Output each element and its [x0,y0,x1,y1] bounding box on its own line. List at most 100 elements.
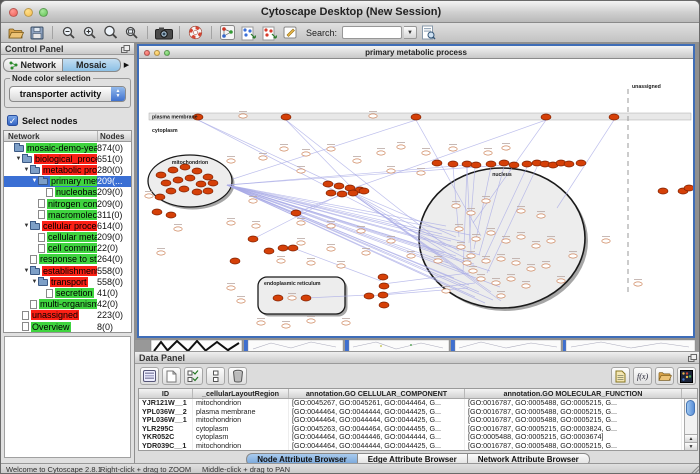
attribute-table-icon[interactable] [140,367,159,385]
graph-node[interactable] [434,259,442,263]
zoom-in-icon[interactable] [80,24,99,42]
graph-node-selected[interactable] [522,161,532,167]
graph-node[interactable] [353,159,361,163]
graph-node-selected[interactable] [291,210,301,216]
delete-attribute-icon[interactable] [228,367,247,385]
expand-triangle-icon[interactable]: ▼ [23,268,30,274]
graph-node[interactable] [497,294,505,298]
graph-node[interactable] [157,251,165,255]
layout-red-icon[interactable] [260,24,279,42]
graph-node[interactable] [487,231,495,235]
graph-node-selected[interactable] [278,245,288,251]
graph-node-selected[interactable] [541,114,551,120]
table-column-header[interactable]: ID [139,389,193,398]
graph-node[interactable] [327,224,335,228]
graph-node[interactable] [484,151,492,155]
graph-node[interactable] [477,277,485,281]
graph-node[interactable] [307,319,315,323]
graph-node[interactable] [259,156,267,160]
graph-node[interactable] [280,147,288,151]
graph-node[interactable] [422,151,430,155]
graph-node[interactable] [297,169,305,173]
float-panel-icon[interactable] [688,354,697,362]
graph-node-selected[interactable] [281,114,291,120]
graph-node-selected[interactable] [203,188,213,194]
graph-node[interactable] [337,264,345,268]
network-canvas[interactable]: plasma membrane cytoplasm mitochondrion … [139,59,693,336]
graph-node[interactable] [327,247,335,251]
graph-node-selected[interactable] [326,190,336,196]
graph-node-selected[interactable] [348,190,358,196]
tree-row[interactable]: ▼biological_process651(0) [4,153,131,164]
graph-node[interactable] [387,239,395,243]
graph-node[interactable] [482,259,490,263]
scroll-down-icon[interactable]: ▼ [685,442,697,450]
graph-node[interactable] [397,145,405,149]
graph-node-selected[interactable] [208,180,218,186]
zoom-out-icon[interactable] [59,24,78,42]
graph-node[interactable] [557,279,565,283]
attribute-matrix-icon[interactable] [677,367,696,385]
tree-row[interactable]: ▼cellular process614(0) [4,220,131,231]
graph-node[interactable] [297,241,305,245]
tree-row[interactable]: nucleobase-209(0) [4,187,131,198]
open-attributes-icon[interactable] [655,367,674,385]
tree-row[interactable]: response to stimulu264(0) [4,254,131,265]
table-row[interactable]: YPL036W__2plasma membrane[GO:0044464, GO… [139,408,697,417]
control-tab-network[interactable]: Network [3,58,63,72]
graph-node-selected[interactable] [462,161,472,167]
graph-node[interactable] [467,211,475,215]
graph-node[interactable] [277,259,285,263]
graph-node-selected[interactable] [196,181,206,187]
table-column-header[interactable]: annotation.GO MOLECULAR_FUNCTION [465,389,682,398]
graph-node[interactable] [449,147,457,151]
save-session-icon[interactable] [27,24,46,42]
graph-node-selected[interactable] [288,245,298,251]
graph-node-selected[interactable] [609,114,619,120]
resize-grip-icon[interactable] [690,465,700,474]
graph-node-selected[interactable] [337,191,347,197]
graph-node[interactable] [174,227,182,231]
graph-node[interactable] [227,159,235,163]
tree-column-network[interactable]: Network [4,131,98,141]
frame-minimize-icon[interactable] [154,50,160,56]
scroll-up-icon[interactable]: ▲ [685,434,697,442]
graph-node[interactable] [467,254,475,258]
search-config-icon[interactable] [281,24,300,42]
graph-node[interactable] [288,296,296,300]
tree-row[interactable]: cellular metabo209(0) [4,232,131,243]
graph-node-selected[interactable] [166,188,176,194]
tab-scroll-right-icon[interactable]: ▶ [121,58,132,72]
graph-node[interactable] [249,199,257,203]
tree-row[interactable]: unassigned223(0) [4,310,131,321]
graph-node-selected[interactable] [576,160,586,166]
graph-node[interactable] [145,194,153,198]
help-icon[interactable] [186,24,205,42]
close-icon[interactable] [9,8,18,17]
table-scrollbar[interactable]: ▲ ▼ [684,399,697,450]
graph-node[interactable] [452,204,460,208]
table-row[interactable]: YDR039C__1mitochondrion[GO:0044464, GO:0… [139,442,697,451]
graph-node[interactable] [327,147,335,151]
graph-node-selected[interactable] [486,161,496,167]
graph-node[interactable] [512,261,520,265]
graph-node[interactable] [497,257,505,261]
graph-node-selected[interactable] [359,188,369,194]
graph-node-selected[interactable] [499,160,509,166]
layout-blue-icon[interactable] [239,24,258,42]
graph-node-selected[interactable] [203,174,213,180]
graph-node-selected[interactable] [155,194,165,200]
graph-node[interactable] [237,299,245,303]
table-row[interactable]: YJR121W__1mitochondrion[GO:0045267, GO:0… [139,399,697,408]
import-attributes-icon[interactable] [611,367,630,385]
graph-node[interactable] [569,254,577,258]
graph-node-selected[interactable] [192,189,202,195]
graph-node[interactable] [542,264,550,268]
graph-node-selected[interactable] [378,292,388,298]
graph-node[interactable] [357,229,365,233]
graph-node[interactable] [227,221,235,225]
graph-node-selected[interactable] [152,209,162,215]
graph-node-selected[interactable] [179,186,189,192]
graph-node[interactable] [282,324,290,328]
graph-node[interactable] [482,199,490,203]
